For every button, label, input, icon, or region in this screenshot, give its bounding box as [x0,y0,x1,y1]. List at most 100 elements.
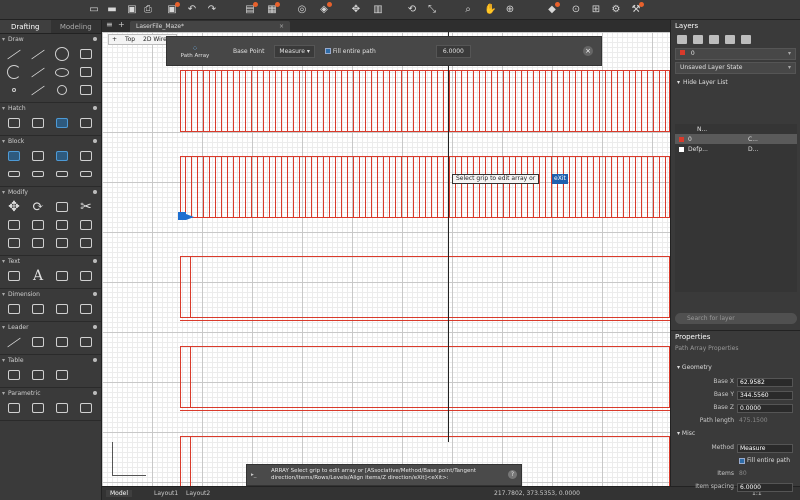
maze-band-1[interactable] [180,70,670,132]
orbit-icon[interactable]: ◎ [296,4,308,16]
layer-color-swatch[interactable] [679,136,684,142]
table-style-tool[interactable] [28,367,48,383]
close-icon[interactable]: × [279,21,284,32]
ortho-icon[interactable]: ⊞ [590,4,602,16]
help-icon[interactable]: ? [508,470,517,479]
prop-value[interactable]: 6.0000 [737,483,793,492]
layer-row[interactable]: 0 C... [675,134,797,144]
block-attr-2[interactable] [28,166,48,182]
text-style-tool[interactable] [52,268,72,284]
aligned-dim-tool[interactable] [28,301,48,317]
gear-icon[interactable] [93,190,97,194]
scale-tool[interactable] [4,235,24,251]
section-dimension-header[interactable]: ▾ Dimension [0,289,101,299]
close-icon[interactable]: × [583,46,593,56]
settings-icon[interactable]: ⚒ [630,2,644,16]
scale-icon[interactable]: ⤡ [426,4,438,16]
search-view-icon[interactable]: ⊕ [504,4,516,16]
linear-dim-tool[interactable] [4,301,24,317]
table-tool[interactable] [4,367,24,383]
constraint-tool-3[interactable] [52,400,72,416]
arc-tool[interactable] [4,64,24,80]
drawing-canvas[interactable]: + Top 2D Wire [102,32,670,486]
view-top[interactable]: Top [125,36,135,43]
snap-icon[interactable]: ⊙ [570,4,582,16]
copy-tool[interactable] [52,199,72,215]
stretch-tool[interactable] [28,235,48,251]
block-attr-1[interactable] [4,166,24,182]
rectangle-tool[interactable] [76,46,96,62]
region-tool[interactable] [76,115,96,131]
spacing-input[interactable]: 6.0000 [435,44,471,58]
undo-icon[interactable]: ↶ [186,4,198,16]
maze-band-4[interactable] [180,346,670,408]
rotate-tool[interactable]: ⟳ [28,199,48,215]
hide-layer-list-toggle[interactable]: ▾ Hide Layer List [671,76,800,88]
prop-value[interactable]: 344.5560 [737,391,793,400]
radius-dim-tool[interactable] [76,301,96,317]
rotate-icon[interactable]: ⟲ [406,4,418,16]
move-tool[interactable]: ✥ [4,199,24,215]
gear-icon[interactable] [93,139,97,143]
array-tool[interactable] [76,217,96,233]
offset-tool[interactable] [52,217,72,233]
erase-tool[interactable] [76,235,96,251]
block-attr-4[interactable] [76,166,96,182]
circle-tool[interactable] [52,46,72,62]
add-tab-icon[interactable]: + [118,20,125,29]
donut-tool[interactable] [52,82,72,98]
angular-dim-tool[interactable] [52,301,72,317]
import-icon[interactable]: ▤ [244,2,258,16]
redo-icon[interactable]: ↷ [206,4,218,16]
tab-modeling[interactable]: Modeling [51,20,102,33]
geometry-group[interactable]: ▾ Geometry [677,364,712,371]
fill-path-checkbox[interactable]: Fill entire path [324,48,376,55]
save-icon[interactable]: ▣ [126,4,138,16]
new-layer-icon[interactable] [677,34,687,44]
align-leader-tool[interactable] [52,334,72,350]
gear-icon[interactable] [93,259,97,263]
hatch-tool[interactable] [4,115,24,131]
ellipse-tool[interactable] [52,64,72,80]
layer-state-dropdown[interactable]: Unsaved Layer State [675,62,796,74]
new-file-icon[interactable]: ▭ [88,4,100,16]
spline-tool[interactable] [28,64,48,80]
selection-type[interactable]: Path Array Properties [675,345,738,352]
create-block-tool[interactable] [28,148,48,164]
edit-block-tool[interactable] [52,148,72,164]
gear-icon[interactable] [93,106,97,110]
tab-layout1[interactable]: Layout1 [154,490,178,497]
command-line[interactable]: ▸_ ARRAY Select grip to edit array or [A… [246,464,522,486]
maze-band-3[interactable] [180,256,670,318]
tab-layout2[interactable]: Layout2 [186,490,210,497]
prop-value[interactable]: 0.0000 [737,404,793,413]
section-parametric-header[interactable]: ▾ Parametric [0,388,101,398]
constraint-tool-4[interactable] [76,400,96,416]
add-leader-tool[interactable] [28,334,48,350]
visual-style[interactable]: 2D Wire [143,36,167,43]
attribute-tool[interactable] [76,148,96,164]
grip-arrow-icon[interactable] [186,214,194,220]
prop-value[interactable]: 62.9582 [737,378,793,387]
polygon-tool[interactable] [76,64,96,80]
gradient-tool[interactable] [28,115,48,131]
current-layer-dropdown[interactable]: 0 [675,48,796,60]
sheet-icon[interactable]: ▦ [266,2,280,16]
zoom-icon[interactable]: ⌕ [462,4,474,16]
insert-block-tool[interactable] [4,148,24,164]
menu-icon[interactable]: ≡ [106,20,113,29]
section-table-header[interactable]: ▾ Table [0,355,101,365]
collect-leader-tool[interactable] [76,334,96,350]
new-vp-layer-icon[interactable] [693,34,703,44]
trim-tool[interactable]: ✂ [76,199,96,215]
single-text-tool[interactable]: A [28,268,48,284]
set-current-icon[interactable] [725,34,735,44]
tab-model[interactable]: Model [106,490,133,497]
maze-band-2[interactable] [180,156,670,218]
layer-search-input[interactable]: Search for layer [675,313,797,324]
gear-icon[interactable] [93,391,97,395]
fillet-tool[interactable] [28,217,48,233]
mirror-tool[interactable] [4,217,24,233]
section-text-header[interactable]: ▾ Text [0,256,101,266]
tab-drafting[interactable]: Drafting [0,20,51,33]
